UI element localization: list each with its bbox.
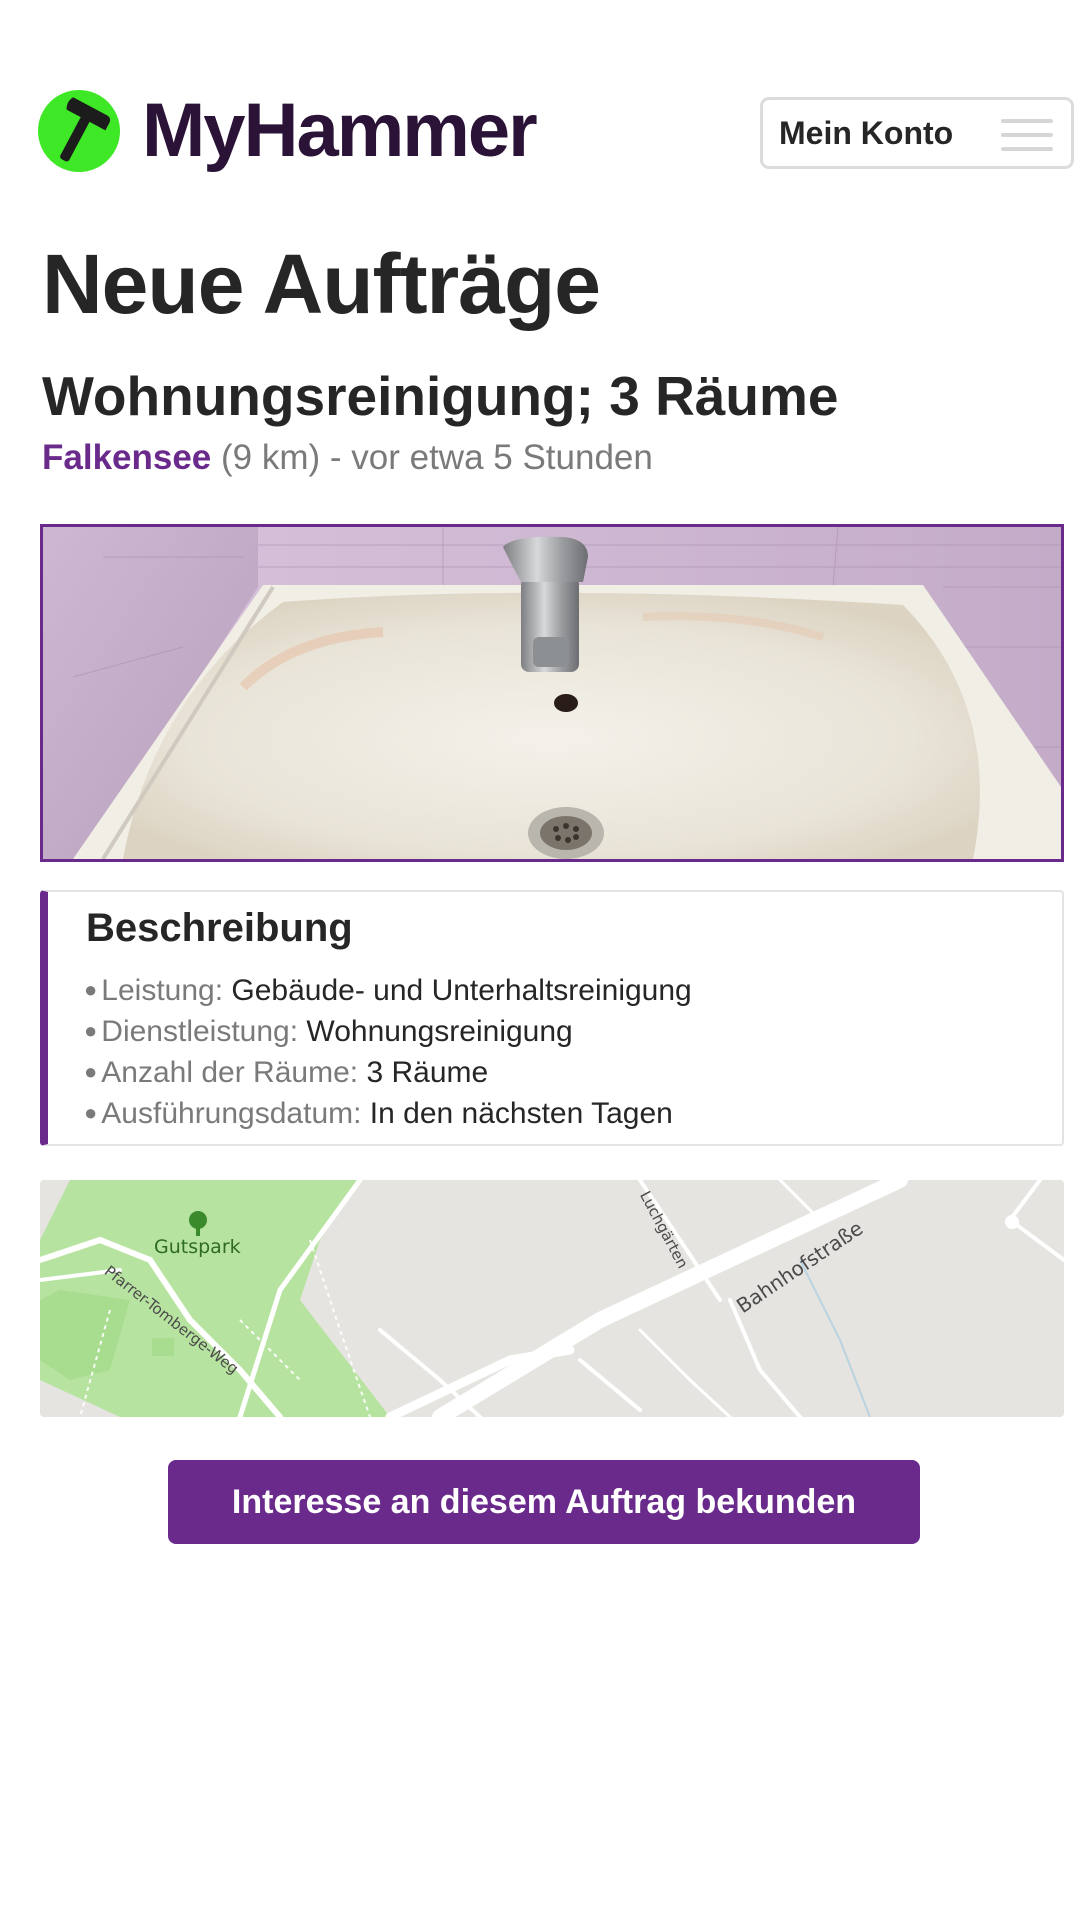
description-item: ● Dienstleistung: Wohnungsreinigung xyxy=(84,1011,692,1052)
hammer-logo-icon xyxy=(38,90,120,172)
job-distance: (9 km) xyxy=(221,438,321,477)
description-key: Leistung: xyxy=(101,974,224,1007)
job-city: Falkensee xyxy=(42,438,212,477)
map-tiles xyxy=(40,1180,1064,1417)
description-title: Beschreibung xyxy=(86,906,353,950)
job-meta: Falkensee (9 km) - vor etwa 5 Stunden xyxy=(42,438,653,478)
description-value: Gebäude- und Unterhaltsreinigung xyxy=(231,974,692,1007)
hamburger-icon xyxy=(1001,119,1053,151)
description-value: In den nächsten Tagen xyxy=(369,1097,673,1130)
job-title[interactable]: Wohnungsreinigung; 3 Räume xyxy=(42,364,838,428)
sink-photo-image xyxy=(43,527,1061,859)
brand-logo[interactable]: MyHammer xyxy=(38,88,538,173)
description-list: ● Leistung: Gebäude- und Unterhaltsreinig… xyxy=(84,970,692,1134)
bullet-icon: ● xyxy=(84,977,98,1002)
description-value: Wohnungsreinigung xyxy=(306,1015,573,1048)
description-item: ● Anzahl der Räume: 3 Räume xyxy=(84,1052,692,1093)
job-photo[interactable] xyxy=(40,524,1064,862)
brand-name: MyHammer xyxy=(142,88,538,173)
location-map[interactable]: Gutspark Pfarrer-Tomberge-Weg Luchgärten… xyxy=(40,1180,1064,1417)
bullet-icon: ● xyxy=(84,1100,98,1125)
description-key: Anzahl der Räume: xyxy=(101,1056,359,1089)
bullet-icon: ● xyxy=(84,1018,98,1043)
account-label: Mein Konto xyxy=(779,114,954,151)
description-card: Beschreibung ● Leistung: Gebäude- und Unt… xyxy=(40,890,1064,1146)
description-value: 3 Räume xyxy=(366,1056,489,1089)
express-interest-button[interactable]: Interesse an diesem Auftrag bekunden xyxy=(168,1460,920,1544)
page-title: Neue Aufträge xyxy=(42,237,601,331)
description-item: ● Ausführungsdatum: In den nächsten Tagen xyxy=(84,1093,692,1134)
map-label-gutspark: Gutspark xyxy=(154,1236,241,1258)
account-menu-button[interactable]: Mein Konto xyxy=(760,97,1074,169)
description-item: ● Leistung: Gebäude- und Unterhaltsreinig… xyxy=(84,970,692,1011)
job-time: - vor etwa 5 Stunden xyxy=(320,438,653,477)
description-key: Ausführungsdatum: xyxy=(101,1097,362,1130)
bullet-icon: ● xyxy=(84,1059,98,1084)
description-key: Dienstleistung: xyxy=(101,1015,299,1048)
site-header: MyHammer Mein Konto xyxy=(0,0,1081,200)
